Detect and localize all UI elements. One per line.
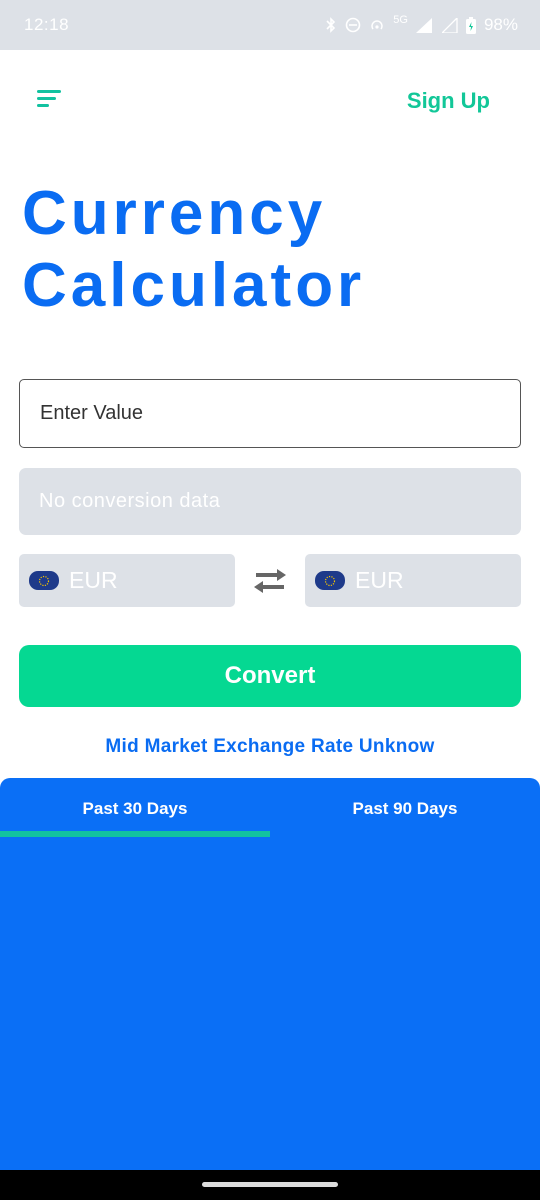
status-icons: 5G 98% [325,14,518,35]
title-line-1: Currency [22,179,327,248]
sign-up-link[interactable]: Sign Up [407,88,490,114]
menu-icon[interactable] [37,90,61,108]
hotspot-icon [369,17,385,33]
bluetooth-icon [325,17,337,33]
conversion-result: No conversion data [19,468,521,535]
to-currency-select[interactable]: EUR [305,554,521,607]
tab-past-90-days[interactable]: Past 90 Days [270,778,540,838]
from-currency-select[interactable]: EUR [19,554,235,607]
value-input[interactable] [19,379,521,448]
signal-icon [415,17,434,33]
navigation-bar [0,1170,540,1200]
swap-currencies-icon[interactable] [250,566,290,596]
to-currency-code: EUR [355,567,404,593]
page-title: Currency Calculator [22,178,365,322]
network-type: 5G [393,14,408,26]
battery-level: 98% [483,15,518,34]
chart-panel: Past 30 Days Past 90 Days [0,778,540,1170]
conversion-result-text: No conversion data [39,490,221,512]
eu-flag-icon [29,571,59,590]
active-tab-indicator [0,831,270,837]
exchange-rate-text: Mid Market Exchange Rate Unknow [105,736,435,757]
title-line-2: Calculator [22,251,366,320]
tab-past-30-days[interactable]: Past 30 Days [0,778,270,838]
do-not-disturb-icon [345,17,361,33]
eu-flag-icon [315,571,345,590]
home-gesture-handle[interactable] [202,1182,338,1187]
from-currency-code: EUR [69,567,118,593]
convert-button[interactable]: Convert [19,645,521,707]
signal-icon [441,17,458,33]
status-bar: 12:18 5G 98% [0,0,540,50]
status-time: 12:18 [24,15,70,34]
battery-icon [465,16,476,34]
